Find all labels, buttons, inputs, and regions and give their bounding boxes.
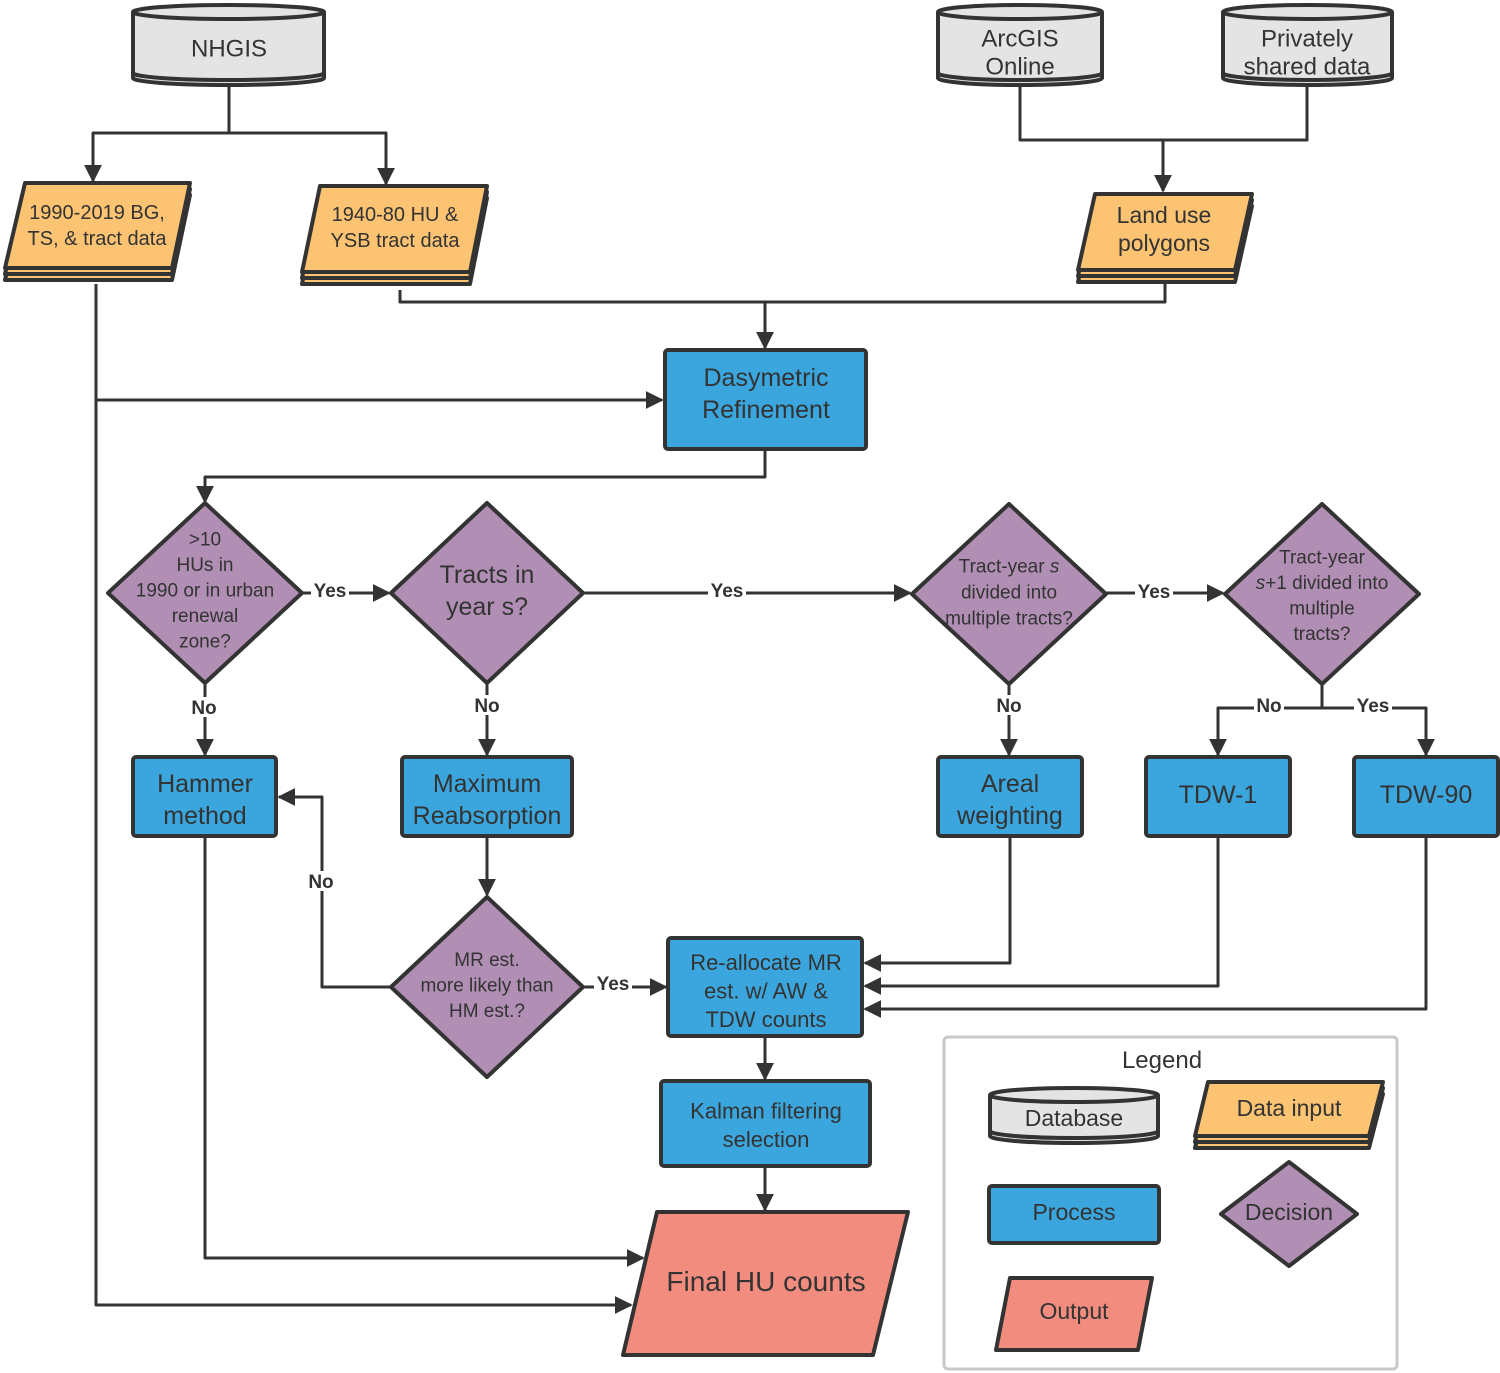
process-reallocate-mr-label: Re-allocate MR est. w/ AW & TDW counts: [690, 950, 842, 1032]
process-reallocate-mr-label-line: Re-allocate MR: [690, 950, 842, 975]
decision-tract-year-s-divided-label-line: Tract-year s: [959, 557, 1060, 578]
decision-tracts-in-year-s-label-line: year s?: [446, 593, 528, 621]
legend-database-label: Database: [1025, 1105, 1123, 1131]
legend-title: Legend: [1122, 1047, 1202, 1074]
database-arcgis-online-label-line: Online: [985, 53, 1054, 80]
legend-process-label: Process: [1032, 1199, 1115, 1225]
legend-output-label: Output: [1039, 1298, 1109, 1324]
connector-arrow: [1209, 684, 1324, 757]
process-kalman-filtering-label-line: selection: [723, 1127, 810, 1152]
process-kalman-filtering: [659, 1079, 872, 1168]
process-kalman-filtering-label-line: Kalman filtering: [690, 1098, 842, 1123]
decision-tracts-in-year-s-label-line: Tracts in: [440, 561, 535, 589]
database-nhgis-label-line: NHGIS: [191, 35, 267, 62]
connector-arrow: [84, 85, 231, 183]
database-privately-shared-label-line: Privately: [1261, 25, 1353, 52]
process-tdw-1-label-line: TDW-1: [1179, 781, 1258, 809]
connector-arrow: [1018, 85, 1309, 142]
data-input-hu-ysb-label-line: YSB tract data: [331, 230, 461, 252]
connector-arrow: [229, 131, 395, 186]
data-input-hu-ysb-label-line: 1940-80 HU &: [332, 204, 459, 226]
edge-label-no: No: [996, 696, 1021, 717]
database-arcgis-online-label-line: ArcGIS: [981, 25, 1058, 52]
flowchart: NHGIS ArcGIS Online Privately shared data 199…: [3, 3, 1500, 1371]
process-tdw-90-label: TDW-90: [1380, 781, 1473, 809]
process-hammer-method-label-line: Hammer: [157, 770, 253, 798]
data-input-bg-ts-tract-label-line: 1990-2019 BG,: [29, 202, 165, 224]
process-hammer-method-label-line: method: [163, 802, 246, 830]
edge-label-no: No: [308, 872, 333, 893]
connector-arrow: [196, 449, 767, 504]
process-reallocate-mr-label-line: est. w/ AW &: [704, 979, 828, 1004]
connector-arrow: [277, 788, 391, 989]
connector-arrow: [398, 284, 1167, 304]
process-tdw-90-label-line: TDW-90: [1380, 781, 1473, 809]
edge-label-yes: Yes: [1357, 696, 1390, 717]
database-privately-shared-label: Privately shared data: [1244, 25, 1371, 80]
process-dasymetric-refinement-label-line: Dasymetric: [703, 364, 828, 392]
decision-tract-year-s1-divided-label-line: s+1 divided into: [1256, 573, 1389, 594]
process-dasymetric-refinement-label-line: Refinement: [702, 396, 830, 424]
process-maximum-reabsorption-label-line: Reabsorption: [413, 802, 562, 830]
process-areal-weighting-label-line: Areal: [981, 770, 1039, 798]
connector-arrow: [203, 836, 645, 1267]
decision-tract-year-s1-divided-label-line: multiple: [1289, 598, 1354, 619]
edge-label-yes: Yes: [314, 581, 347, 602]
legend-data-input-label: Data input: [1237, 1095, 1342, 1121]
edge-label-yes: Yes: [597, 974, 630, 995]
decision-hus-1990-urban-renewal-label-line: zone?: [179, 632, 231, 653]
connector-arrow: [863, 836, 1428, 1018]
edge-label-no: No: [474, 696, 499, 717]
decision-mr-vs-hm-label-line: MR est.: [454, 950, 519, 971]
process-tdw-1-label: TDW-1: [1179, 781, 1258, 809]
decision-tract-year-s1-divided-label-line: tracts?: [1293, 624, 1350, 645]
output-final-hu-counts-label-line: Final HU counts: [666, 1266, 865, 1297]
process-areal-weighting-label-line: weighting: [956, 802, 1063, 830]
edge-label-no: No: [1256, 696, 1281, 717]
legend-decision-label: Decision: [1245, 1199, 1333, 1225]
decision-mr-vs-hm-label-line: HM est.?: [449, 1001, 525, 1022]
decision-tract-year-s1-divided: [1223, 502, 1421, 686]
output-final-hu-counts-label: Final HU counts: [666, 1266, 865, 1297]
connector-arrow: [863, 836, 1012, 972]
process-reallocate-mr-label-line: TDW counts: [705, 1007, 826, 1032]
database-nhgis-label: NHGIS: [191, 35, 267, 62]
decision-tract-year-s-divided-label-line: divided into: [961, 583, 1057, 604]
data-input-land-use-label-line: polygons: [1118, 230, 1210, 256]
data-input-land-use-label-line: Land use: [1117, 202, 1212, 228]
process-maximum-reabsorption-label-line: Maximum: [433, 770, 541, 798]
database-privately-shared-label-line: shared data: [1244, 53, 1371, 80]
edge-label-no: No: [191, 698, 216, 719]
decision-tract-year-s1-divided-label-line: Tract-year: [1279, 547, 1366, 568]
decision-tract-year-s-divided-label: Tract-year s divided into multiple tracts?: [945, 557, 1073, 630]
edge-label-yes: Yes: [711, 581, 744, 602]
decision-hus-1990-urban-renewal-label-line: renewal: [172, 606, 239, 627]
decision-mr-vs-hm-label-line: more likely than: [420, 976, 553, 997]
decision-hus-1990-urban-renewal-label-line: 1990 or in urban: [136, 581, 274, 602]
decision-hus-1990-urban-renewal-label-line: >10: [189, 530, 221, 551]
data-input-bg-ts-tract-label-line: TS, & tract data: [28, 228, 168, 250]
decision-tract-year-s-divided-label-line: multiple tracts?: [945, 609, 1073, 630]
database-arcgis-online-label: ArcGIS Online: [981, 25, 1058, 80]
edge-label-yes: Yes: [1138, 582, 1171, 603]
decision-hus-1990-urban-renewal-label-line: HUs in: [176, 555, 233, 576]
